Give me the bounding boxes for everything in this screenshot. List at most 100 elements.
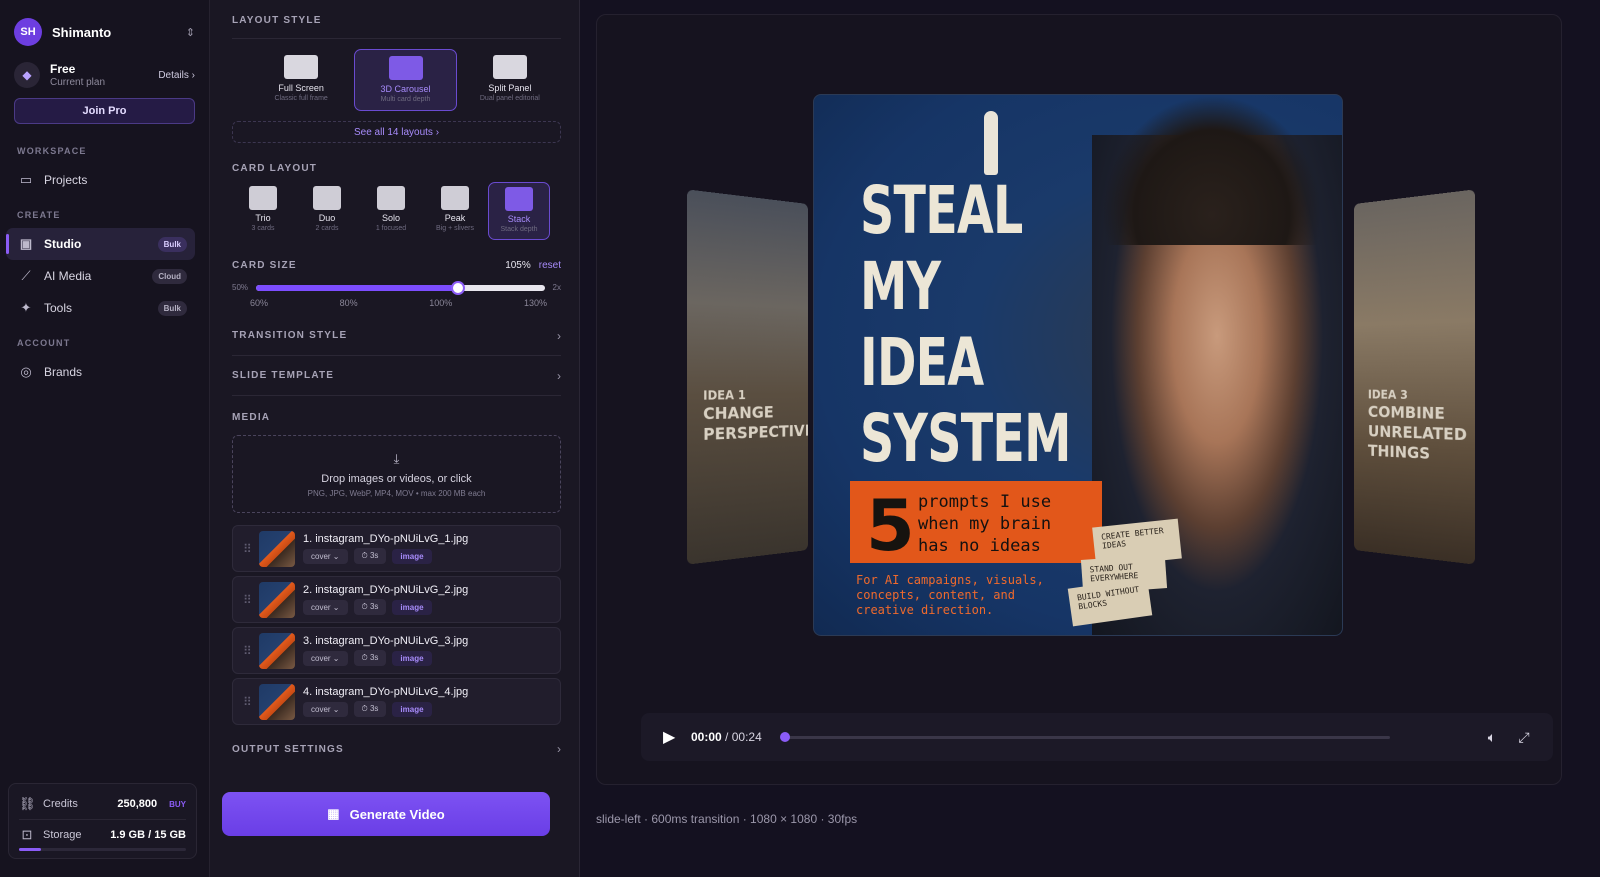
fit-select[interactable]: cover ⌄ — [303, 651, 348, 666]
sidebar-item-projects[interactable]: ▭ Projects — [14, 164, 195, 196]
card-layout-peak[interactable]: Peak Big + slivers — [424, 182, 486, 240]
duration-field[interactable]: ⏱ 3s — [354, 701, 387, 717]
card-size-header: CARD SIZE 105% reset — [232, 260, 561, 271]
duration-field[interactable]: ⏱ 3s — [354, 599, 387, 615]
card-layout-duo[interactable]: Duo 2 cards — [296, 182, 358, 240]
drag-handle-icon[interactable]: ⠿ — [243, 593, 251, 607]
carousel-card-left[interactable]: IDEA 1 CHANGE PERSPECTIVE — [687, 189, 808, 564]
duration-field[interactable]: ⏱ 3s — [354, 650, 387, 666]
see-all-layouts-button[interactable]: See all 14 layouts › — [232, 121, 561, 143]
layout-split-panel[interactable]: Split Panel Dual panel editorial — [459, 49, 561, 111]
slider-handle[interactable] — [451, 281, 465, 295]
plan-details-link[interactable]: Details › — [158, 70, 195, 81]
media-dropzone[interactable]: ⤓ Drop images or videos, or click PNG, J… — [232, 435, 561, 513]
file-thumbnail — [259, 633, 295, 669]
drag-handle-icon[interactable]: ⠿ — [243, 542, 251, 556]
carousel-card-main[interactable]: STEAL MY IDEA SYSTEM 5 prompts I use whe… — [813, 94, 1343, 636]
seek-bar[interactable] — [784, 736, 1390, 739]
list-item[interactable]: ⠿ 3. instagram_DYo-pNUiLvG_3.jpg cover ⌄… — [232, 627, 561, 674]
sidebar-item-ai-media[interactable]: ⟋ AI Media Cloud — [14, 260, 195, 292]
slide-template-section[interactable]: SLIDE TEMPLATE › — [232, 356, 561, 396]
type-badge: image — [392, 549, 431, 564]
fit-value: cover — [311, 654, 331, 663]
storage-bar-fill — [19, 848, 41, 851]
diamond-icon: ◆ — [14, 62, 40, 88]
card-size-title: CARD SIZE — [232, 260, 505, 271]
sidebar-item-brands[interactable]: ◎ Brands — [14, 356, 195, 388]
dropzone-text: Drop images or videos, or click — [321, 473, 471, 485]
media-title: MEDIA — [232, 412, 561, 423]
trio-thumb-icon — [249, 186, 277, 210]
duration-value: 3s — [370, 551, 378, 560]
slider-min: 50% — [232, 283, 248, 292]
layout-name: Split Panel — [488, 83, 531, 93]
file-thumbnail — [259, 582, 295, 618]
card-sub: 3 cards — [252, 225, 275, 232]
volume-icon[interactable]: 🔈︎ — [1483, 729, 1501, 746]
for-ai-line: creative direction. — [856, 603, 1044, 618]
render-info: slide-left · 600ms transition · 1080 × 1… — [596, 812, 857, 826]
file-name: 3. instagram_DYo-pNUiLvG_3.jpg — [303, 635, 550, 647]
duo-thumb-icon — [313, 186, 341, 210]
section-account: ACCOUNT — [17, 338, 195, 348]
user-switcher[interactable]: SH Shimanto ⇕ — [14, 16, 195, 48]
prompt-line: has no ideas — [918, 535, 1051, 557]
play-icon[interactable]: ▶ — [663, 727, 677, 747]
card-name: Trio — [255, 213, 270, 223]
prompt-line: prompts I use — [918, 491, 1051, 513]
divider — [232, 38, 561, 39]
drag-handle-icon[interactable]: ⠿ — [243, 644, 251, 658]
layout-full-screen[interactable]: Full Screen Classic full frame — [250, 49, 352, 111]
fit-value: cover — [311, 705, 331, 714]
sidebar-item-tools[interactable]: ✦ Tools Bulk — [14, 292, 195, 324]
card-layout-trio[interactable]: Trio 3 cards — [232, 182, 294, 240]
fullscreen-icon[interactable]: ⤢ — [1515, 729, 1533, 746]
card-size-slider[interactable] — [256, 285, 545, 291]
for-ai-line: For AI campaigns, visuals, — [856, 573, 1044, 588]
fit-value: cover — [311, 603, 331, 612]
buy-credits-link[interactable]: BUY — [169, 800, 186, 809]
join-pro-button[interactable]: Join Pro — [14, 98, 195, 124]
list-item[interactable]: ⠿ 1. instagram_DYo-pNUiLvG_1.jpg cover ⌄… — [232, 525, 561, 572]
prompts-text: prompts I use when my brain has no ideas — [918, 491, 1051, 557]
duration-field[interactable]: ⏱ 3s — [354, 548, 387, 564]
time-separator: / — [725, 730, 728, 744]
list-item[interactable]: ⠿ 2. instagram_DYo-pNUiLvG_2.jpg cover ⌄… — [232, 576, 561, 623]
chevron-right-icon: › — [557, 329, 561, 343]
sidebar-item-studio[interactable]: ▣ Studio Bulk — [6, 228, 195, 260]
solo-thumb-icon — [377, 186, 405, 210]
poster-title-line: IDEA — [860, 325, 1071, 401]
sidebar: SH Shimanto ⇕ ◆ Free Current plan Detail… — [0, 0, 210, 877]
fit-select[interactable]: cover ⌄ — [303, 549, 348, 564]
transition-style-section[interactable]: TRANSITION STYLE › — [232, 316, 561, 356]
credits-label: Credits — [43, 798, 109, 810]
user-name: Shimanto — [52, 25, 176, 40]
layout-style-title: LAYOUT STYLE — [232, 15, 561, 26]
generate-video-button[interactable]: ▦ Generate Video — [222, 792, 550, 836]
film-icon: ▦ — [327, 806, 339, 822]
slide-template-title: SLIDE TEMPLATE — [232, 370, 557, 381]
drag-handle-icon[interactable]: ⠿ — [243, 695, 251, 709]
carousel-card-right[interactable]: IDEA 3 COMBINE UNRELATED THINGS — [1354, 189, 1475, 564]
list-item[interactable]: ⠿ 4. instagram_DYo-pNUiLvG_4.jpg cover ⌄… — [232, 678, 561, 725]
reset-link[interactable]: reset — [539, 260, 561, 271]
fit-select[interactable]: cover ⌄ — [303, 702, 348, 717]
settings-panel: LAYOUT STYLE Full Screen Classic full fr… — [210, 0, 580, 877]
card-layout-solo[interactable]: Solo 1 focused — [360, 182, 422, 240]
card-layout-stack[interactable]: Stack Stack depth — [488, 182, 550, 240]
slider-ticks: 60% 80% 100% 130% — [250, 298, 547, 308]
seek-handle[interactable] — [780, 732, 790, 742]
output-settings-section[interactable]: OUTPUT SETTINGS › — [232, 729, 561, 769]
big-number: 5 — [866, 485, 915, 567]
lock-icon: ⊡ — [19, 827, 35, 843]
chevron-right-icon: › — [557, 369, 561, 383]
side-left-line: IDEA 1 — [703, 387, 808, 404]
preview-area: IDEA 1 CHANGE PERSPECTIVE IDEA 3 COMBINE… — [580, 0, 1600, 877]
layout-3d-carousel[interactable]: 3D Carousel Multi card depth — [354, 49, 456, 111]
usage-box: ⛓ Credits 250,800 BUY ⊡ Storage 1.9 GB /… — [8, 783, 197, 859]
duration-value: 3s — [370, 602, 378, 611]
poster-title-line: MY — [860, 249, 1071, 325]
card-name: Peak — [445, 213, 466, 223]
carousel-thumb-icon — [389, 56, 423, 80]
fit-select[interactable]: cover ⌄ — [303, 600, 348, 615]
